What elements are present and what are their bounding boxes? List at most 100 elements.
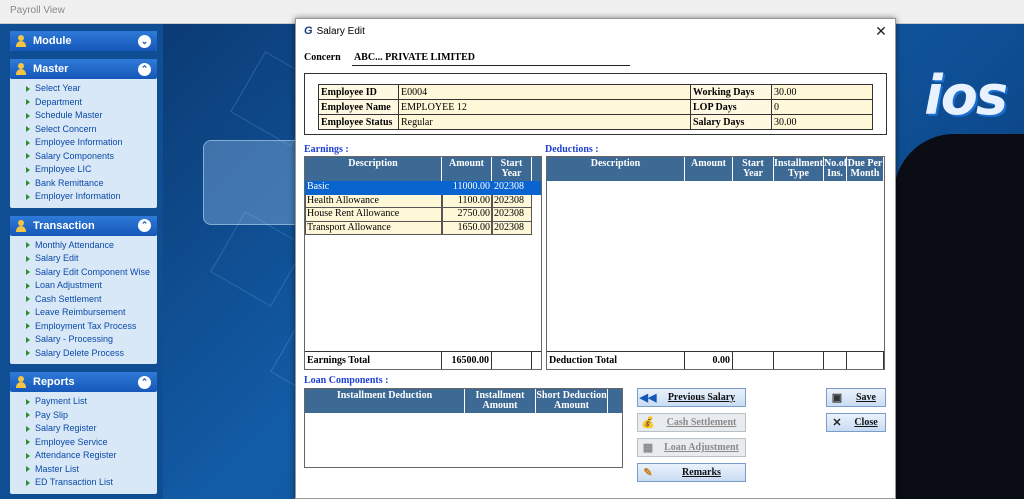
employee-id-value: E0004 (398, 84, 691, 100)
col-start-year: Start Year (733, 157, 774, 181)
rewind-icon: ◀◀ (639, 392, 657, 404)
loan-adjustment-button[interactable]: ▦ Loan Adjustment (637, 438, 746, 457)
sidebar-item-employee-lic[interactable]: Employee LIC (26, 163, 157, 177)
sidebar-item-salary-processing[interactable]: Salary - Processing (26, 333, 157, 347)
working-days-label: Working Days (690, 84, 772, 100)
arrow-icon (26, 466, 30, 473)
sidebar-item-salary-register[interactable]: Salary Register (26, 422, 157, 436)
sidebar-item-master-list[interactable]: Master List (26, 463, 157, 477)
chevron-up-icon[interactable]: ⌃ (138, 375, 151, 389)
close-icon[interactable]: ✕ (873, 23, 889, 40)
chevron-up-icon[interactable]: ⌃ (138, 62, 151, 76)
arrow-icon (26, 412, 30, 419)
sidebar-item-label: Loan Adjustment (35, 280, 103, 290)
previous-salary-button[interactable]: ◀◀ Previous Salary (637, 388, 746, 407)
loan-components-grid[interactable]: Installment Deduction Installment Amount… (304, 388, 623, 468)
sidebar-item-schedule-master[interactable]: Schedule Master (26, 109, 157, 123)
earnings-grid[interactable]: Description Amount Start Year Basic 1100… (304, 156, 542, 370)
section-header-reports[interactable]: Reports ⌃ (10, 372, 157, 392)
table-row[interactable]: Health Allowance 1100.00 202308 (305, 194, 541, 208)
arrow-icon (26, 242, 30, 249)
arrow-icon (26, 180, 30, 187)
cash-settlement-button[interactable]: 💰 Cash Settlement (637, 413, 746, 432)
table-row[interactable]: Basic 11000.00 202308 (305, 181, 541, 195)
sidebar-item-employee-service[interactable]: Employee Service (26, 436, 157, 450)
section-header-transaction[interactable]: Transaction ⌃ (10, 215, 157, 236)
sidebar-item-employer-information[interactable]: Employer Information (26, 190, 157, 204)
sidebar-item-label: Bank Remittance (35, 177, 104, 188)
total-filler (774, 352, 824, 369)
chevron-down-icon[interactable]: ⌄ (138, 34, 151, 48)
sidebar-item-loan-adjustment[interactable]: Loan Adjustment (26, 279, 157, 293)
sidebar-item-salary-delete-process[interactable]: Salary Delete Process (26, 347, 157, 361)
table-row[interactable]: Transport Allowance 1650.00 202308 (305, 221, 541, 235)
background-logo: ios (924, 64, 1008, 127)
pencil-icon: ✎ (643, 467, 653, 479)
salary-days-label: Salary Days (690, 114, 772, 130)
user-icon (16, 219, 26, 232)
sidebar-item-attendance-register[interactable]: Attendance Register (26, 449, 157, 463)
money-bag-icon: 💰 (641, 417, 655, 429)
save-button[interactable]: ▣ Save (826, 388, 886, 407)
cell-filler (532, 181, 541, 195)
sidebar-item-ed-transaction-list[interactable]: ED Transaction List (26, 476, 157, 490)
chevron-up-icon[interactable]: ⌃ (138, 219, 151, 232)
section-header-master[interactable]: Master ⌃ (10, 59, 157, 79)
cell-description: House Rent Allowance (305, 208, 442, 222)
arrow-icon (26, 323, 30, 330)
close-button[interactable]: ✕ Close (826, 413, 886, 432)
col-no-of-ins: No.of Ins. (824, 157, 848, 181)
total-filler (847, 352, 884, 369)
sidebar-item-select-concern[interactable]: Select Concern (26, 123, 157, 137)
arrow-icon (26, 139, 30, 146)
sidebar-item-payment-list[interactable]: Payment List (26, 395, 157, 409)
sidebar-item-salary-components[interactable]: Salary Components (26, 150, 157, 164)
sidebar-item-employee-information[interactable]: Employee Information (26, 136, 157, 150)
col-short-deduction-amount: Short Deduction Amount (536, 389, 608, 413)
sidebar-item-pay-slip[interactable]: Pay Slip (26, 409, 157, 423)
arrow-icon (26, 350, 30, 357)
table-row[interactable]: House Rent Allowance 2750.00 202308 (305, 208, 541, 222)
sidebar-item-department[interactable]: Department (26, 96, 157, 110)
section-title: Transaction (33, 219, 95, 232)
arrow-icon (26, 269, 30, 276)
deductions-grid[interactable]: Description Amount Start Year Installmen… (546, 156, 885, 370)
arrow-icon (26, 112, 30, 119)
col-start-year: Start Year (492, 157, 532, 181)
cell-amount: 11000.00 (442, 181, 492, 195)
sidebar-item-leave-reimbursement[interactable]: Leave Reimbursement (26, 306, 157, 320)
arrow-icon (26, 255, 30, 262)
arrow-icon (26, 309, 30, 316)
sidebar-item-employment-tax-process[interactable]: Employment Tax Process (26, 320, 157, 334)
col-installment-type: Installment Type (774, 157, 824, 181)
sidebar-item-salary-edit-component-wise[interactable]: Salary Edit Component Wise (26, 266, 157, 280)
user-icon (16, 35, 26, 47)
sidebar-item-cash-settlement[interactable]: Cash Settlement (26, 293, 157, 307)
arrow-icon (26, 193, 30, 200)
sidebar-item-monthly-attendance[interactable]: Monthly Attendance (26, 239, 157, 253)
col-amount: Amount (685, 157, 733, 181)
sidebar-item-label: Schedule Master (35, 110, 103, 120)
sidebar-item-label: Select Year (35, 83, 81, 93)
arrow-icon (26, 336, 30, 343)
employee-info-table: Employee ID E0004 Working Days 30.00 Emp… (318, 84, 873, 130)
section-header-module[interactable]: Module ⌄ (10, 31, 157, 51)
lop-days-label: LOP Days (690, 99, 772, 115)
working-days-value: 30.00 (771, 84, 873, 100)
sidebar-item-label: Employee LIC (35, 164, 92, 174)
arrow-icon (26, 425, 30, 432)
sidebar-item-label: Salary Components (35, 150, 115, 161)
sidebar-item-label: ED Transaction List (35, 477, 114, 487)
remarks-button[interactable]: ✎ Remarks (637, 463, 746, 482)
sidebar-item-salary-edit[interactable]: Salary Edit (26, 252, 157, 266)
total-filler (733, 352, 774, 369)
close-icon: ✕ (832, 417, 842, 429)
total-filler (824, 352, 847, 369)
cell-description: Basic (305, 181, 442, 195)
user-icon (16, 63, 26, 75)
concern-label: Concern (304, 52, 341, 63)
sidebar-item-select-year[interactable]: Select Year (26, 82, 157, 96)
sidebar-item-bank-remittance[interactable]: Bank Remittance (26, 177, 157, 191)
sidebar-item-label: Employee Information (35, 137, 123, 147)
sidebar-item-label: Payment List (35, 396, 88, 406)
